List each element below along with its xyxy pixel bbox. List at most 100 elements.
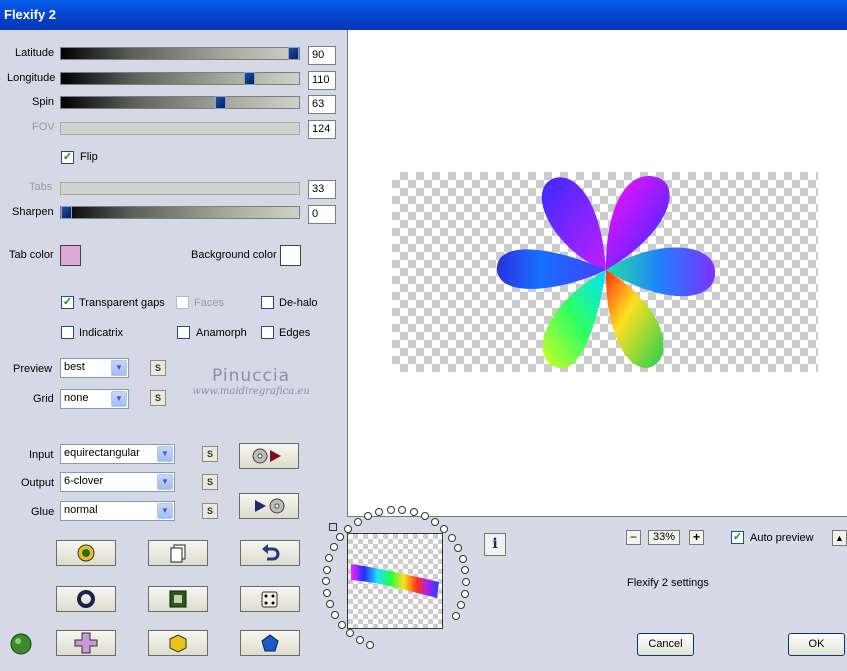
watermark-line1: Pinuccia [212, 366, 290, 386]
copy-button[interactable] [148, 540, 208, 566]
spin-slider[interactable] [60, 96, 300, 109]
pentagon-button[interactable] [240, 630, 300, 656]
ok-button[interactable]: OK [788, 633, 845, 656]
sharpen-slider[interactable] [60, 206, 300, 219]
tabs-field: 33 [308, 180, 336, 199]
de-halo-label: De-halo [279, 297, 318, 309]
background-color-swatch[interactable] [280, 245, 301, 266]
auto-preview-checkbox[interactable]: ✓ [731, 531, 744, 544]
navigator-dot [461, 566, 470, 575]
longitude-thumb[interactable] [244, 72, 255, 85]
anamorph-label: Anamorph [196, 327, 247, 339]
longitude-slider[interactable] [60, 72, 300, 85]
tab-color-label: Tab color [9, 249, 54, 261]
window-title: Flexify 2 [4, 7, 57, 22]
indicatrix-checkbox[interactable] [61, 326, 74, 339]
navigator-image [351, 564, 439, 598]
cancel-button[interactable]: Cancel [637, 633, 694, 656]
faces-checkbox [176, 296, 189, 309]
dice-button[interactable] [240, 586, 300, 612]
cube-button[interactable] [148, 630, 208, 656]
copy-icon [170, 544, 186, 563]
frame-button[interactable] [148, 586, 208, 612]
output-select-value: 6-clover [64, 475, 104, 487]
tab-color-swatch[interactable] [60, 245, 81, 266]
de-halo-checkbox[interactable] [261, 296, 274, 309]
spin-label: Spin [32, 96, 55, 108]
spin-field[interactable]: 63 [308, 95, 336, 114]
latitude-slider[interactable] [60, 47, 300, 60]
grid-s-button[interactable]: S [150, 390, 166, 406]
randomize-icon [77, 544, 95, 562]
circle-button[interactable] [56, 586, 116, 612]
transparent-gaps-checkbox[interactable]: ✓ [61, 296, 74, 309]
grid-label: Grid [33, 393, 54, 405]
navigator-dot [461, 578, 470, 587]
grid-select-value: none [64, 392, 89, 404]
spin-thumb[interactable] [215, 96, 226, 109]
collapse-button[interactable]: ▲ [832, 530, 847, 546]
navigator-dot [420, 512, 429, 521]
navigator-dot [458, 554, 467, 563]
plus-shape-button[interactable] [56, 630, 116, 656]
navigator-dot [448, 534, 457, 543]
navigator-dot [322, 565, 331, 574]
navigator-dot [460, 589, 469, 598]
preview-s-button[interactable]: S [150, 360, 166, 376]
zoom-out-button[interactable]: − [626, 530, 641, 545]
fov-field: 124 [308, 120, 336, 139]
latitude-field[interactable]: 90 [308, 46, 336, 65]
navigator-dot [344, 524, 353, 533]
sharpen-label: Sharpen [12, 206, 54, 218]
fov-slider [60, 122, 300, 135]
grid-select[interactable]: none ▼ [60, 389, 129, 409]
zoom-in-button[interactable]: + [689, 530, 704, 545]
title-bar: Flexify 2 [0, 0, 847, 30]
glue-s-button[interactable]: S [202, 503, 218, 519]
settings-label: Flexify 2 settings [627, 577, 709, 589]
ring-icon [77, 590, 95, 608]
edges-checkbox[interactable] [261, 326, 274, 339]
output-s-button[interactable]: S [202, 474, 218, 490]
preview-select[interactable]: best ▼ [60, 358, 129, 378]
anamorph-checkbox[interactable] [177, 326, 190, 339]
zoom-level: 33% [648, 530, 680, 545]
latitude-thumb[interactable] [288, 47, 299, 60]
undo-button[interactable] [240, 540, 300, 566]
output-select[interactable]: 6-clover ▼ [60, 472, 175, 492]
navigator-dot [338, 620, 347, 629]
pentagon-icon [261, 634, 279, 652]
indicatrix-label: Indicatrix [79, 327, 124, 339]
navigator-dot [355, 635, 364, 644]
random-button[interactable] [56, 540, 116, 566]
cube-icon [169, 634, 187, 653]
edges-label: Edges [279, 327, 311, 339]
flip-checkbox[interactable]: ✓ [61, 151, 74, 164]
longitude-field[interactable]: 110 [308, 71, 336, 90]
latitude-label: Latitude [15, 47, 55, 59]
input-s-button[interactable]: S [202, 446, 218, 462]
sharpen-field[interactable]: 0 [308, 205, 336, 224]
longitude-label: Longitude [7, 72, 56, 84]
save-output-button[interactable] [239, 493, 299, 519]
output-label: Output [21, 477, 55, 489]
input-select-value: equirectangular [64, 447, 140, 459]
navigator-dot [374, 508, 383, 517]
tabs-label: Tabs [29, 181, 53, 193]
preview-image [496, 175, 716, 369]
preview-label: Preview [13, 363, 53, 375]
globe-icon[interactable] [8, 630, 34, 659]
sharpen-thumb[interactable] [61, 206, 72, 219]
navigator-dot [353, 517, 362, 526]
auto-preview-label: Auto preview [750, 532, 814, 544]
info-icon[interactable]: i [484, 533, 506, 556]
navigator-dot [454, 544, 463, 553]
input-select[interactable]: equirectangular ▼ [60, 444, 175, 464]
flip-label: Flip [80, 151, 98, 163]
glue-select[interactable]: normal ▼ [60, 501, 175, 521]
navigator-handle[interactable] [329, 523, 337, 531]
disc-load-icon [252, 448, 281, 464]
navigator-dot [363, 511, 372, 520]
load-input-button[interactable] [239, 443, 299, 469]
preview-select-value: best [64, 361, 85, 373]
